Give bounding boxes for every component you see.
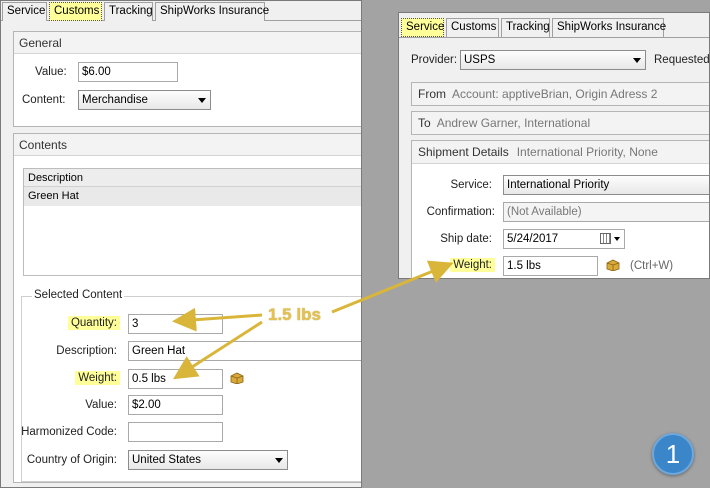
- package-icon[interactable]: [606, 259, 620, 271]
- chevron-down-icon[interactable]: [614, 237, 620, 241]
- calendar-icon[interactable]: [600, 233, 611, 244]
- country-select-value: United States: [132, 454, 202, 466]
- provider-label: Provider:: [411, 54, 458, 66]
- weight-shortcut-hint: (Ctrl+W): [630, 260, 674, 272]
- package-icon[interactable]: [230, 372, 244, 384]
- confirmation-label: Confirmation:: [426, 206, 495, 218]
- weight-label: Weight:: [24, 371, 120, 385]
- shipment-details-label: Shipment Details: [418, 145, 509, 159]
- value-label: Value:: [35, 66, 67, 78]
- to-row[interactable]: To Andrew Garner, International: [411, 111, 709, 135]
- from-value: Account: apptiveBrian, Origin Adress 2: [452, 87, 658, 101]
- table-row[interactable]: Green Hat: [24, 187, 361, 206]
- provider-select[interactable]: USPS: [460, 50, 646, 70]
- weight-callout: 1.5 lbs: [268, 305, 321, 324]
- country-of-origin-label: Country of Origin:: [26, 454, 117, 466]
- service-select[interactable]: International Priority: [503, 175, 709, 195]
- ship-date-label: Ship date:: [440, 233, 492, 245]
- selected-content-label: Selected Content: [32, 289, 125, 301]
- step-number-badge: 1: [652, 433, 694, 475]
- description-field[interactable]: Green Hat: [128, 341, 361, 361]
- tab-shipworks-insurance[interactable]: ShipWorks Insurance: [155, 2, 269, 21]
- shipment-details-value: International Priority, None: [516, 145, 658, 159]
- contents-column-header: Description: [24, 169, 361, 187]
- tab-customs[interactable]: Customs: [446, 18, 499, 37]
- shipment-details-header[interactable]: Shipment Details International Priority, …: [412, 141, 709, 164]
- weight-field[interactable]: 0.5 lbs: [128, 369, 223, 389]
- harmonized-code-label: Harmonized Code:: [21, 426, 117, 438]
- confirmation-field: (Not Available): [503, 202, 709, 222]
- to-label: To: [418, 116, 431, 130]
- description-label: Description:: [56, 345, 117, 357]
- chevron-down-icon: [198, 98, 206, 103]
- item-value-field[interactable]: $2.00: [128, 395, 223, 415]
- content-select-value: Merchandise: [82, 94, 148, 106]
- from-label: From: [418, 87, 446, 101]
- content-label: Content:: [22, 94, 66, 106]
- weight-field[interactable]: 1.5 lbs: [503, 256, 598, 276]
- tab-tracking[interactable]: Tracking: [104, 2, 153, 21]
- general-header: General: [14, 32, 361, 54]
- tab-strip-line: [399, 37, 709, 38]
- ship-date-field[interactable]: 5/24/2017: [503, 229, 625, 249]
- chevron-down-icon: [275, 458, 283, 463]
- chevron-down-icon: [633, 58, 641, 63]
- service-select-value: International Priority: [507, 179, 610, 191]
- from-row[interactable]: From Account: apptiveBrian, Origin Adress…: [411, 82, 709, 106]
- item-value-label: Value:: [85, 399, 117, 411]
- weight-label: Weight:: [411, 258, 495, 272]
- tab-tracking[interactable]: Tracking: [501, 18, 550, 37]
- tab-service[interactable]: Service: [2, 2, 47, 21]
- to-value: Andrew Garner, International: [436, 116, 591, 130]
- ship-date-value: 5/24/2017: [507, 233, 559, 245]
- tab-customs[interactable]: Customs: [49, 2, 102, 21]
- tab-service[interactable]: Service: [401, 18, 444, 37]
- country-select[interactable]: United States: [128, 450, 288, 470]
- value-field[interactable]: $6.00: [78, 62, 178, 82]
- requested-label: Requested: [654, 54, 710, 66]
- harmonized-code-field[interactable]: [128, 422, 223, 442]
- provider-select-value: USPS: [464, 54, 496, 66]
- quantity-field[interactable]: 3: [128, 314, 223, 334]
- content-select[interactable]: Merchandise: [78, 90, 211, 110]
- tab-shipworks-insurance[interactable]: ShipWorks Insurance: [552, 18, 666, 37]
- service-window: Service Customs Tracking ShipWorks Insur…: [398, 12, 710, 279]
- contents-list: Description Green Hat: [23, 168, 361, 276]
- service-label: Service:: [450, 179, 492, 191]
- general-panel: General Value: $6.00 Content: Merchandis…: [13, 31, 361, 127]
- customs-window: Service Customs Tracking ShipWorks Insur…: [0, 0, 362, 488]
- quantity-label: Quantity:: [24, 316, 120, 330]
- contents-header: Contents: [14, 134, 361, 156]
